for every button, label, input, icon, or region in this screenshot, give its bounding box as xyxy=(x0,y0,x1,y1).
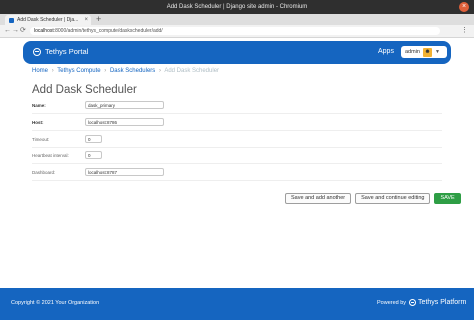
tethys-footer-logo-icon xyxy=(409,299,417,306)
host-input[interactable] xyxy=(85,118,164,126)
save-and-continue-button[interactable]: Save and continue editing xyxy=(355,193,431,204)
window-close-icon[interactable]: × xyxy=(459,2,469,12)
dashboard-input[interactable] xyxy=(85,168,164,176)
heartbeat-label: Heartbeat interval: xyxy=(32,152,69,158)
timeout-label: Timeout: xyxy=(32,136,50,142)
url-host: localhost xyxy=(34,28,54,34)
tab-close-icon[interactable]: × xyxy=(84,17,88,23)
copyright-text: Copyright © 2021 Your Organization xyxy=(11,300,100,306)
window-titlebar: Add Dask Scheduler | Django site admin -… xyxy=(0,0,474,14)
breadcrumb: Home › Tethys Compute › Dask Schedulers … xyxy=(32,68,219,74)
user-menu-button[interactable]: admin ☻ ▼ xyxy=(401,46,447,58)
reload-icon[interactable]: ⟳ xyxy=(20,26,26,36)
browser-menu-icon[interactable]: ⋮ xyxy=(461,26,468,36)
url-input[interactable]: localhost:8000/admin/tethys_compute/dask… xyxy=(30,27,440,35)
page-title: Add Dask Scheduler xyxy=(32,84,137,96)
save-and-add-another-button[interactable]: Save and add another xyxy=(285,193,352,204)
dashboard-label: Dashboard: xyxy=(32,169,56,175)
powered-by-text: Powered by xyxy=(377,299,407,306)
breadcrumb-separator: › xyxy=(51,68,54,74)
brand-name: Tethys Portal xyxy=(45,47,89,56)
form-row-host: Host: xyxy=(32,114,442,131)
form-row-heartbeat: Heartbeat interval: xyxy=(32,147,442,164)
form-row-timeout: Timeout: xyxy=(32,131,442,148)
apps-link[interactable]: Apps xyxy=(378,48,394,55)
breadcrumb-home[interactable]: Home xyxy=(32,68,48,74)
window-title: Add Dask Scheduler | Django site admin -… xyxy=(166,4,308,10)
new-tab-icon[interactable]: + xyxy=(96,14,101,25)
submit-row: Save and add another Save and continue e… xyxy=(285,193,461,204)
portal-navbar: Tethys Portal Apps admin ☻ ▼ xyxy=(23,41,451,64)
breadcrumb-model[interactable]: Dask Schedulers xyxy=(110,68,155,74)
heartbeat-interval-input[interactable] xyxy=(85,151,102,159)
username: admin xyxy=(405,49,420,55)
breadcrumb-app[interactable]: Tethys Compute xyxy=(57,68,100,74)
save-button[interactable]: SAVE xyxy=(434,193,461,204)
breadcrumb-separator: › xyxy=(158,68,161,74)
tethys-logo-icon xyxy=(33,47,41,56)
back-icon[interactable]: ← xyxy=(4,26,11,36)
breadcrumb-current: Add Dask Scheduler xyxy=(164,68,220,74)
name-input[interactable] xyxy=(85,101,164,109)
caret-down-icon: ▼ xyxy=(434,49,440,55)
tab-title: Add Dask Scheduler | Dja... xyxy=(17,17,79,23)
favicon-icon xyxy=(9,17,14,23)
address-bar: ← → ⟳ localhost:8000/admin/tethys_comput… xyxy=(0,25,474,38)
timeout-input[interactable] xyxy=(85,135,102,143)
forward-icon[interactable]: → xyxy=(12,26,19,36)
avatar-icon: ☻ xyxy=(422,47,432,57)
powered-by: Powered by Tethys Platform xyxy=(377,299,466,306)
footer: Copyright © 2021 Your Organization Power… xyxy=(0,288,474,320)
name-label: Name: xyxy=(32,102,46,108)
brand-link[interactable]: Tethys Portal xyxy=(33,47,88,56)
form-row-name: Name: xyxy=(32,97,442,114)
host-label: Host: xyxy=(32,119,44,125)
url-path: :8000/admin/tethys_compute/daskscheduler… xyxy=(53,28,163,34)
form-row-dashboard: Dashboard: xyxy=(32,164,442,181)
browser-tab[interactable]: Add Dask Scheduler | Dja... × xyxy=(5,15,91,25)
breadcrumb-separator: › xyxy=(104,68,107,74)
platform-link[interactable]: Tethys Platform xyxy=(418,299,466,306)
tab-strip: Add Dask Scheduler | Dja... × + xyxy=(0,14,474,25)
